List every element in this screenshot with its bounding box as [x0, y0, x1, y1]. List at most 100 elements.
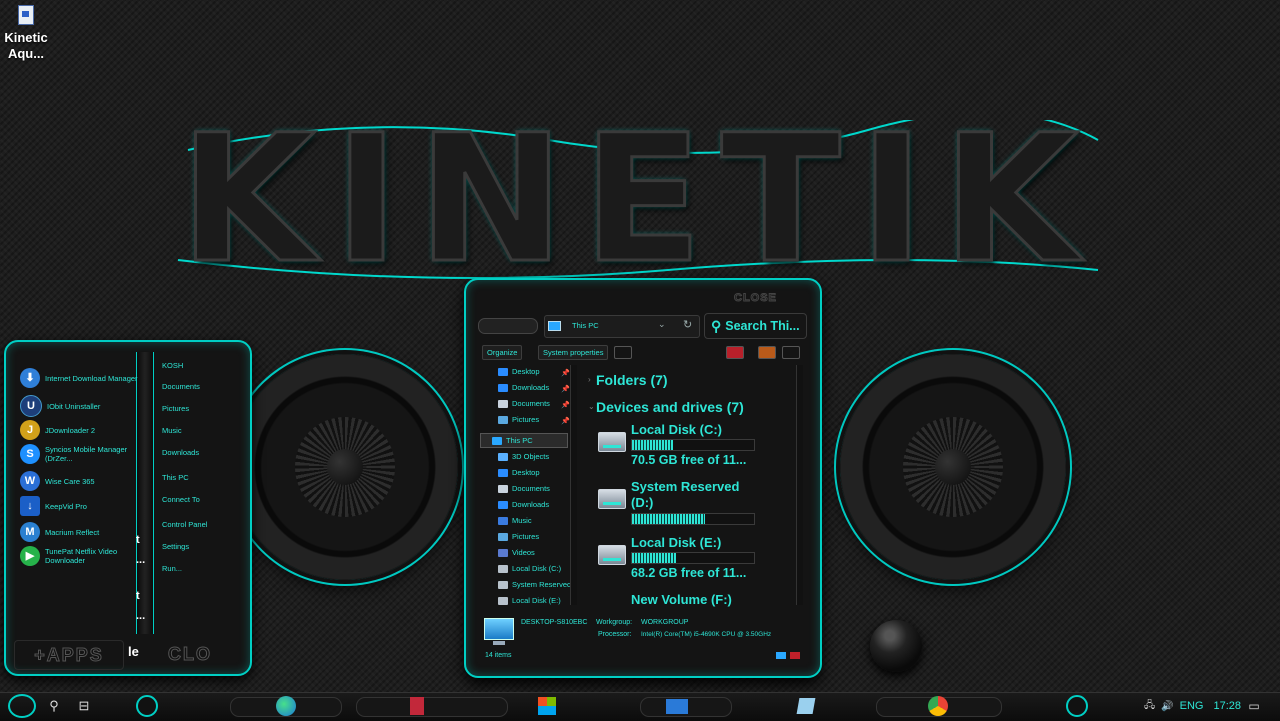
- start-app-label: Wise Care 365: [45, 476, 95, 486]
- start-place-downloads[interactable]: Downloads: [162, 448, 242, 457]
- start-menu-fragment: t: [136, 534, 140, 546]
- desktop-shortcut-kinetic[interactable]: Kinetic Aqu...: [2, 4, 50, 62]
- taskbar-app-slot[interactable]: [356, 697, 508, 717]
- task-view-icon[interactable]: ⊟: [72, 694, 96, 718]
- chevron-down-icon[interactable]: ⌄: [658, 319, 666, 330]
- start-place-music[interactable]: Music: [162, 426, 242, 435]
- start-place-this-pc[interactable]: This PC: [162, 473, 242, 482]
- start-place-kosh[interactable]: KOSH: [162, 361, 242, 370]
- drive-usage-bar: [631, 513, 755, 525]
- nav-item-pictures[interactable]: Pictures: [498, 415, 539, 424]
- search-icon: ⚲: [711, 317, 722, 334]
- nav-item-this-pc[interactable]: This PC: [492, 436, 533, 445]
- nav-label: Desktop: [512, 367, 540, 376]
- folders-group-header[interactable]: Folders (7): [596, 372, 668, 388]
- start-place-pictures[interactable]: Pictures: [162, 404, 242, 413]
- orb-decoration: [870, 620, 922, 672]
- nav-item-local-disk-c[interactable]: Local Disk (C:): [498, 564, 561, 573]
- large-icons-view-icon[interactable]: [790, 652, 800, 659]
- start-place-settings[interactable]: Settings: [162, 542, 242, 551]
- nav-item-videos[interactable]: Videos: [498, 548, 535, 557]
- system-properties-button[interactable]: System properties: [538, 345, 609, 360]
- drive-item[interactable]: Local Disk (C:) 70.5 GB free of 11...: [596, 422, 792, 470]
- documents-icon: [498, 399, 508, 408]
- address-bar[interactable]: This PC ⌄ ↻: [544, 315, 700, 338]
- start-app-item[interactable]: ↓ KeepVid Pro: [20, 494, 138, 518]
- volume-icon[interactable]: 🔊: [1161, 701, 1173, 712]
- start-app-item[interactable]: M Macrium Reflect: [20, 520, 138, 544]
- start-app-label: IObit Uninstaller: [47, 401, 101, 411]
- nav-item-downloads[interactable]: Downloads: [498, 383, 549, 392]
- nav-label: Videos: [512, 548, 535, 557]
- start-app-label: Internet Download Manager: [45, 373, 138, 383]
- start-app-item[interactable]: U IObit Uninstaller: [20, 394, 138, 418]
- nav-item-3d-objects[interactable]: 3D Objects: [498, 452, 549, 461]
- chrome-icon[interactable]: [928, 696, 948, 716]
- search-box[interactable]: ⚲ Search Thi...: [704, 313, 807, 339]
- macrium-icon: M: [20, 522, 40, 542]
- nav-item-downloads[interactable]: Downloads: [498, 500, 549, 509]
- winrar-icon[interactable]: [410, 697, 424, 715]
- start-place-connect-to[interactable]: Connect To: [162, 495, 242, 504]
- nav-item-pictures[interactable]: Pictures: [498, 532, 539, 541]
- nav-item-music[interactable]: Music: [498, 516, 532, 525]
- pin-icon: 📌: [561, 402, 570, 409]
- drive-item[interactable]: New Volume (F:): [596, 592, 792, 608]
- all-apps-button[interactable]: +APPS: [14, 640, 124, 670]
- microsoft-store-icon[interactable]: [538, 697, 556, 715]
- nav-scrollbar[interactable]: [570, 365, 577, 605]
- start-menu-fragment: t: [136, 590, 140, 602]
- computer-name: DESKTOP-S810EBC: [521, 619, 588, 626]
- start-app-item[interactable]: S Syncios Mobile Manager (DrZer...: [20, 442, 138, 466]
- nav-item-local-disk-e[interactable]: Local Disk (E:): [498, 596, 561, 605]
- nav-item-desktop[interactable]: Desktop: [498, 367, 540, 376]
- refresh-icon[interactable]: ↻: [683, 318, 692, 331]
- mail-icon[interactable]: [666, 699, 688, 714]
- keepvid-icon: ↓: [20, 496, 40, 516]
- clock[interactable]: 17:28: [1213, 700, 1241, 712]
- more-commands-icon[interactable]: [614, 346, 632, 359]
- drive-item[interactable]: System Reserved (D:): [596, 479, 792, 527]
- nav-item-desktop[interactable]: Desktop: [498, 468, 540, 477]
- workgroup-label: Workgroup:: [596, 619, 633, 626]
- chevron-right-icon[interactable]: ›: [588, 375, 591, 384]
- window-close-badge[interactable]: CLOSE: [734, 292, 777, 305]
- content-scrollbar[interactable]: [796, 365, 803, 605]
- nav-label: Downloads: [512, 383, 550, 392]
- pin-icon: 📌: [561, 386, 570, 393]
- nav-item-documents[interactable]: Documents: [498, 399, 550, 408]
- network-icon[interactable]: 🖧: [1144, 698, 1155, 715]
- start-place-control-panel[interactable]: Control Panel: [162, 520, 242, 529]
- nav-item-documents[interactable]: Documents: [498, 484, 550, 493]
- edge-icon[interactable]: [276, 696, 296, 716]
- view-options-icon[interactable]: [726, 346, 744, 359]
- search-icon[interactable]: ⚲: [42, 694, 66, 718]
- start-button[interactable]: [8, 694, 36, 718]
- notepad-icon[interactable]: [796, 698, 816, 714]
- organize-button[interactable]: Organize: [482, 345, 523, 360]
- start-app-item[interactable]: ⬇ Internet Download Manager: [20, 366, 138, 390]
- language-indicator[interactable]: ENG: [1180, 700, 1204, 712]
- devices-group-header[interactable]: Devices and drives (7): [596, 399, 744, 415]
- details-view-icon[interactable]: [776, 652, 786, 659]
- kinetik-logo: KINETIK: [178, 97, 1097, 302]
- chevron-down-icon[interactable]: ⌄: [588, 402, 595, 411]
- start-place-documents[interactable]: Documents: [162, 382, 242, 391]
- drive-item[interactable]: Local Disk (E:) 68.2 GB free of 11...: [596, 535, 792, 583]
- notifications-icon[interactable]: ▭: [1242, 694, 1266, 718]
- nav-item-system-reserved[interactable]: System Reserved: [498, 580, 571, 589]
- start-app-item[interactable]: ▶ TunePat Netflix Video Downloader: [20, 544, 138, 568]
- search-placeholder: Search Thi...: [725, 319, 800, 333]
- start-app-item[interactable]: J JDownloader 2: [20, 418, 138, 442]
- preview-pane-icon[interactable]: [758, 346, 776, 359]
- wise-care-icon: W: [20, 471, 40, 491]
- start-app-item[interactable]: W Wise Care 365: [20, 469, 138, 493]
- nav-label: Downloads: [512, 500, 550, 509]
- start-place-run[interactable]: Run...: [162, 564, 242, 573]
- back-forward-buttons[interactable]: [478, 318, 538, 334]
- start-app-label: Syncios Mobile Manager (DrZer...: [45, 445, 128, 463]
- help-icon[interactable]: [782, 346, 800, 359]
- processor-label: Processor:: [598, 631, 632, 638]
- idm-icon: ⬇: [20, 368, 40, 388]
- close-button[interactable]: CLO: [168, 640, 242, 668]
